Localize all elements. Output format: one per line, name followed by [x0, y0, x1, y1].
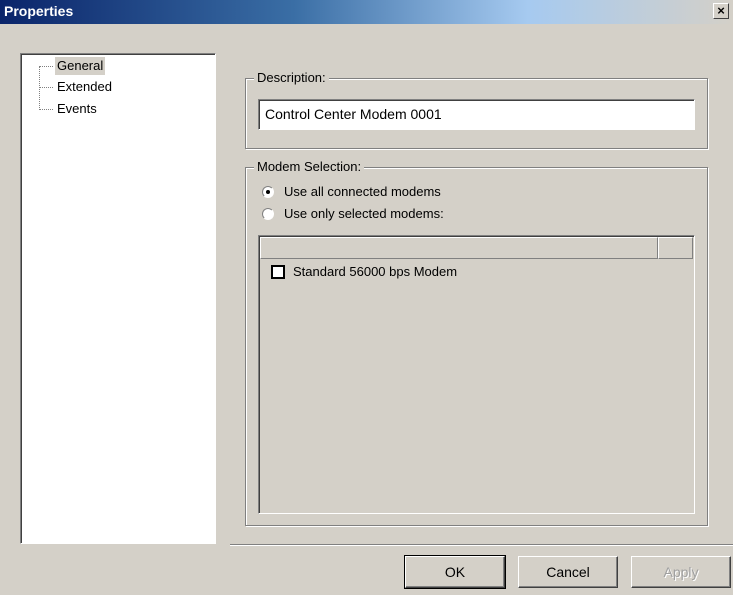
close-button[interactable]: × — [713, 3, 729, 19]
checkbox-icon[interactable] — [271, 265, 285, 279]
radio-selected-dot — [266, 190, 270, 194]
properties-dialog: Properties × General Extended Events Des… — [0, 0, 733, 595]
modem-selection-legend: Modem Selection: — [254, 159, 365, 175]
radio-label: Use all connected modems — [284, 184, 441, 199]
description-input[interactable]: Control Center Modem 0001 — [258, 99, 695, 130]
list-column-header[interactable] — [658, 237, 693, 259]
navigation-tree: General Extended Events — [20, 53, 216, 544]
close-icon: × — [717, 3, 725, 18]
tree-connector-line — [39, 87, 53, 88]
radio-label: Use only selected modems: — [284, 206, 444, 221]
list-header — [260, 237, 693, 259]
modem-list[interactable]: Standard 56000 bps Modem — [258, 235, 695, 514]
description-legend: Description: — [254, 70, 329, 86]
cancel-button[interactable]: Cancel — [518, 556, 618, 588]
modem-label: Standard 56000 bps Modem — [293, 264, 458, 279]
apply-button[interactable]: Apply — [631, 556, 731, 588]
window-title: Properties — [4, 3, 74, 19]
list-column-header[interactable] — [260, 237, 658, 259]
title-bar[interactable]: Properties × — [0, 0, 733, 24]
tree-item-general[interactable]: General — [55, 57, 106, 75]
radio-button-icon[interactable] — [262, 186, 274, 198]
radio-button-icon[interactable] — [262, 208, 274, 220]
tree-item-extended[interactable]: Extended — [55, 78, 114, 96]
button-separator — [230, 544, 733, 546]
ok-button[interactable]: OK — [404, 555, 506, 589]
tree-connector-line — [39, 109, 53, 110]
tree-connector-line — [39, 66, 53, 67]
tree-connector-line — [39, 66, 40, 110]
tree-item-events[interactable]: Events — [55, 100, 99, 118]
